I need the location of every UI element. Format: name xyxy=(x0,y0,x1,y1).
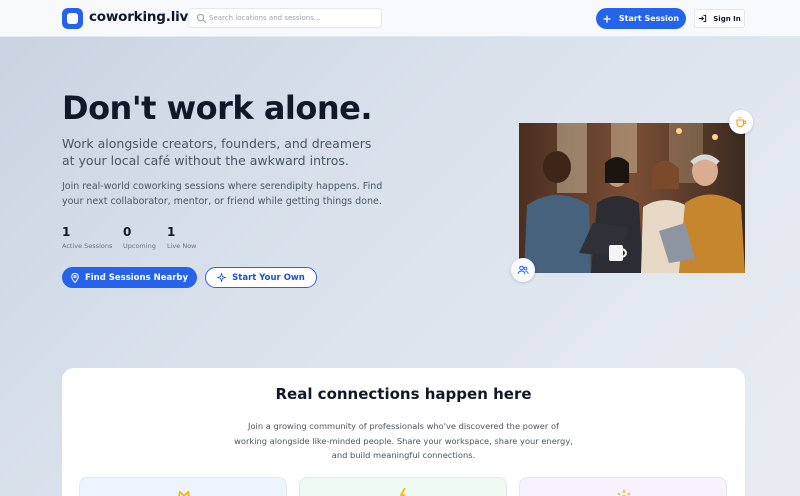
feature-card-3 xyxy=(519,477,727,496)
hero-description: Join real-world coworking sessions where… xyxy=(62,181,383,207)
search-input[interactable] xyxy=(209,10,377,26)
start-your-own-label: Start Your Own xyxy=(232,272,305,283)
stat-active-sessions: 1 Active Sessions xyxy=(62,225,112,250)
connections-description: Join a growing community of professional… xyxy=(234,421,573,460)
users-icon-badge xyxy=(511,258,535,282)
map-pin-icon xyxy=(71,272,79,283)
sign-in-button[interactable]: Sign In xyxy=(694,9,745,28)
stat-label: Live Now xyxy=(167,242,197,250)
sign-in-label: Sign In xyxy=(713,14,741,23)
logo-icon[interactable] xyxy=(62,8,83,29)
find-sessions-button[interactable]: Find Sessions Nearby xyxy=(62,267,197,288)
stat-label: Upcoming xyxy=(123,242,156,250)
start-session-button[interactable]: Start Session xyxy=(596,8,686,29)
stat-value: 1 xyxy=(167,225,176,239)
brand-name[interactable]: coworking.live xyxy=(89,9,197,25)
stat-value: 1 xyxy=(62,225,71,239)
lightning-icon xyxy=(399,488,406,496)
search-icon xyxy=(196,13,207,24)
sun-icon xyxy=(617,490,631,496)
hero-subtitle: Work alongside creators, founders, and d… xyxy=(62,136,372,168)
sign-in-icon xyxy=(699,14,707,23)
users-icon xyxy=(517,265,529,275)
feature-card-2 xyxy=(299,477,507,496)
start-session-label: Start Session xyxy=(618,14,680,23)
find-sessions-label: Find Sessions Nearby xyxy=(84,272,189,283)
search-box[interactable] xyxy=(188,8,382,28)
coffee-icon xyxy=(736,117,747,128)
stat-label: Active Sessions xyxy=(62,242,113,250)
feature-icon xyxy=(178,490,190,496)
stat-value: 0 xyxy=(123,225,132,239)
connections-card: Real connections happen here Join a grow… xyxy=(62,368,745,496)
connections-title: Real connections happen here xyxy=(275,385,532,403)
stat-upcoming: 0 Upcoming xyxy=(123,225,156,250)
hero-title: Don't work alone. xyxy=(62,89,373,127)
plus-icon xyxy=(603,15,611,22)
start-your-own-button[interactable]: Start Your Own xyxy=(205,267,317,288)
feature-card-1 xyxy=(79,477,287,496)
stat-live-now: 1 Live Now xyxy=(167,225,197,250)
hero-photo xyxy=(519,123,745,273)
top-nav: coworking.live Start Session Sign In xyxy=(0,0,800,37)
coffee-icon-badge xyxy=(729,110,753,134)
sparkle-icon xyxy=(217,273,227,282)
